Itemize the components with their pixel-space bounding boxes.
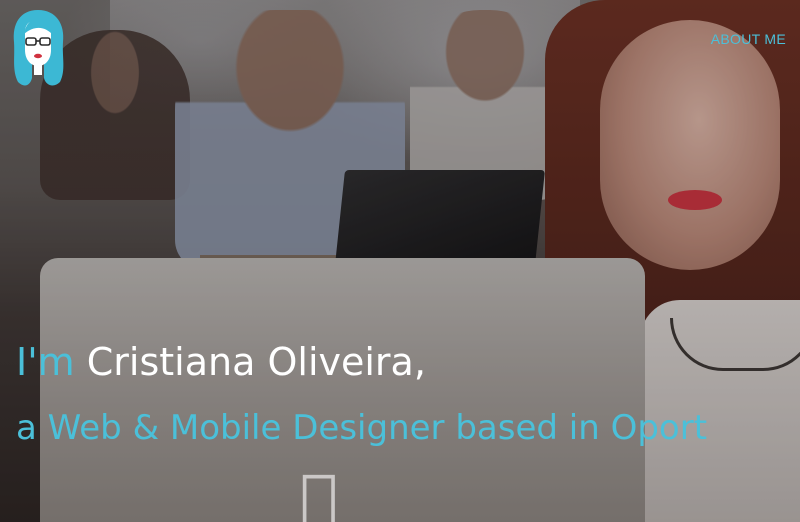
about-me-link[interactable]: ABOUT ME	[711, 31, 786, 47]
hero-headline: I'm Cristiana Oliveira,	[16, 338, 426, 386]
avatar-logo-icon[interactable]	[10, 8, 66, 92]
hero-tagline: a Web & Mobile Designer based in Oport	[16, 408, 708, 448]
avatar-logo-graphic	[13, 10, 64, 86]
designer-name: Cristiana Oliveira,	[86, 340, 426, 384]
greeting-text: I'm	[16, 340, 75, 384]
hero-section:  ABOUT ME I'm Cristiana Oliveira, a Web…	[0, 0, 800, 522]
